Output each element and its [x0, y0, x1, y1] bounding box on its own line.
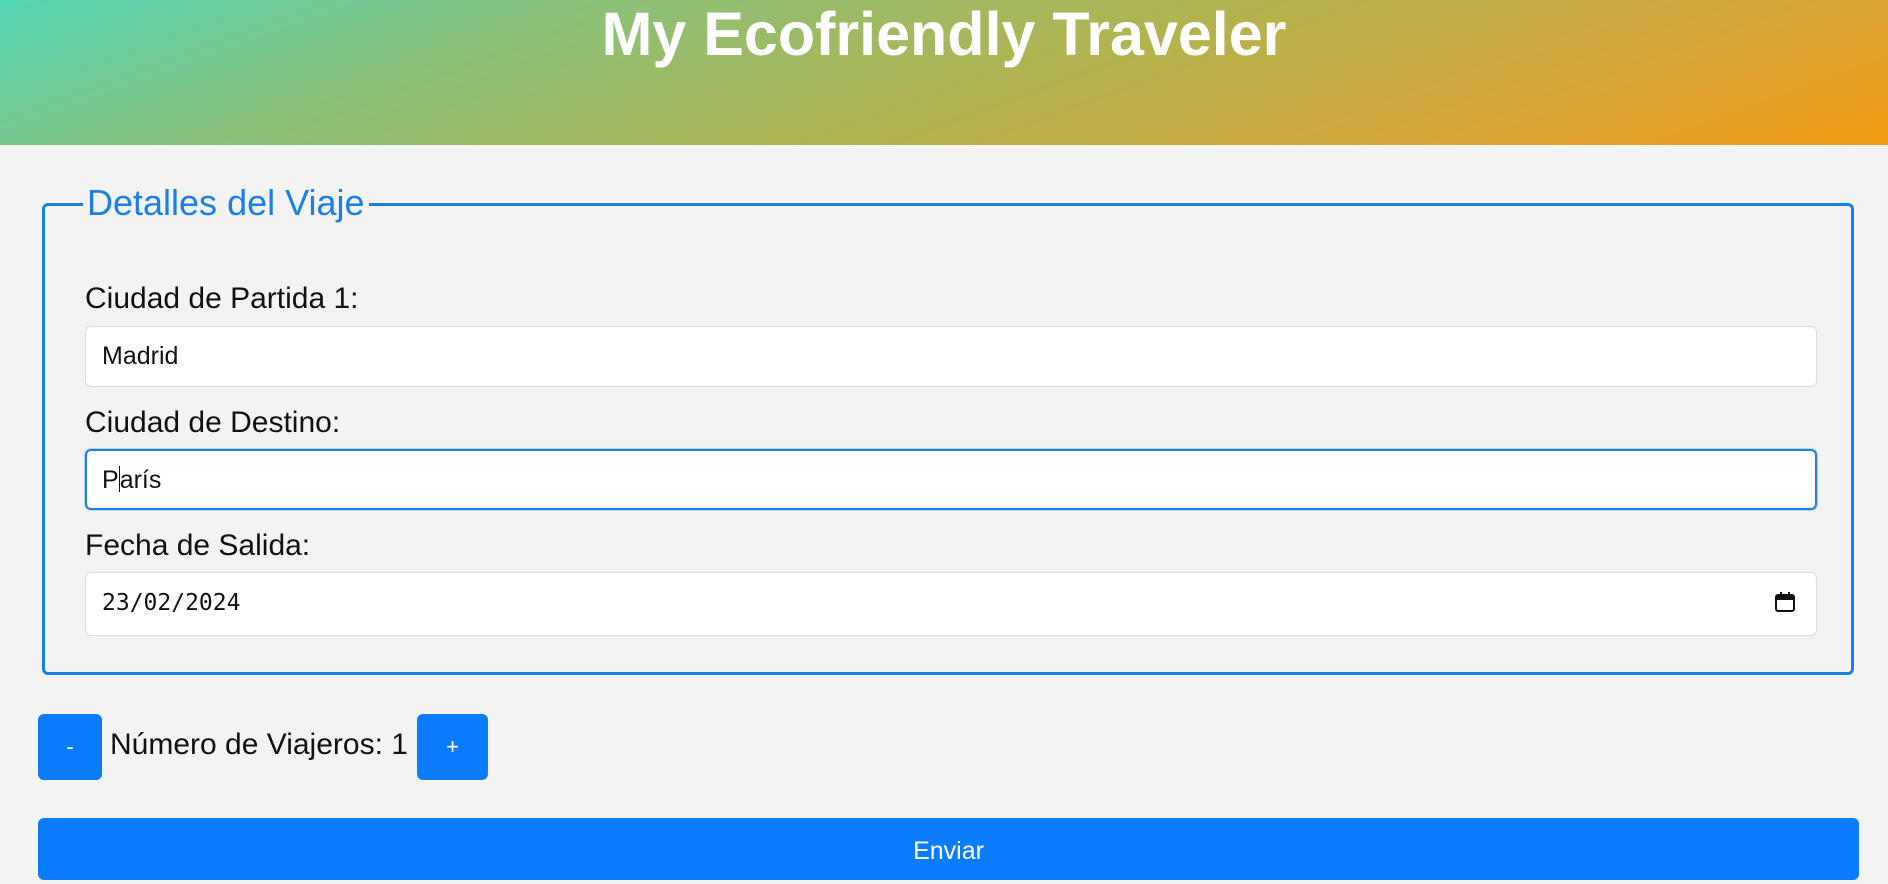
destination-city-value-start: P: [102, 466, 119, 494]
destination-city-value-end: arís: [119, 466, 162, 494]
travelers-count: Número de Viajeros: 1: [110, 728, 408, 761]
trip-details-legend: Detalles del Viaje: [83, 183, 369, 223]
app-header: My Ecofriendly Traveler: [0, 0, 1888, 145]
app-title: My Ecofriendly Traveler: [601, 0, 1287, 68]
destination-city-input[interactable]: París: [85, 449, 1817, 510]
submit-button[interactable]: Enviar: [38, 818, 1859, 880]
departure-date-value: 23/02/2024: [102, 590, 241, 616]
origin-city-label: Ciudad de Partida 1:: [85, 282, 359, 315]
destination-city-label: Ciudad de Destino:: [85, 406, 341, 439]
origin-city-input[interactable]: Madrid: [85, 326, 1817, 387]
origin-city-value: Madrid: [102, 342, 179, 370]
calendar-icon[interactable]: [1774, 591, 1796, 613]
departure-date-input[interactable]: 23/02/2024: [85, 572, 1817, 636]
trip-details-fieldset: Detalles del Viaje Ciudad de Partida 1: …: [42, 183, 1854, 675]
increment-travelers-button[interactable]: +: [417, 714, 488, 780]
departure-date-label: Fecha de Salida:: [85, 529, 311, 562]
decrement-travelers-button[interactable]: -: [38, 714, 102, 780]
